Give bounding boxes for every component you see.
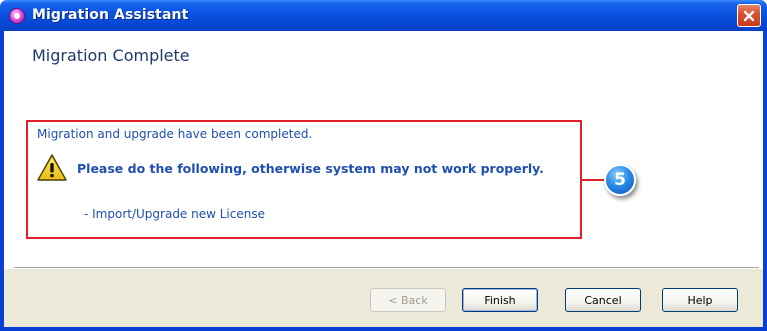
close-button[interactable] [737,4,761,27]
annotation-highlight-box [26,120,582,239]
step-number-badge: 5 [604,164,636,196]
wizard-window: Migration Assistant Migration Complete M… [0,0,767,331]
window-title: Migration Assistant [32,7,189,23]
app-icon [9,8,25,24]
close-icon [743,10,755,21]
window-frame-bottom [0,327,767,331]
help-button[interactable]: Help [662,288,738,312]
finish-button[interactable]: Finish [462,288,538,312]
cancel-button[interactable]: Cancel [565,288,641,312]
back-button[interactable]: < Back [370,288,446,312]
page-title: Migration Complete [32,46,190,65]
footer-divider [14,267,759,269]
title-bar[interactable]: Migration Assistant [0,0,767,31]
annotation-connector [582,179,606,181]
